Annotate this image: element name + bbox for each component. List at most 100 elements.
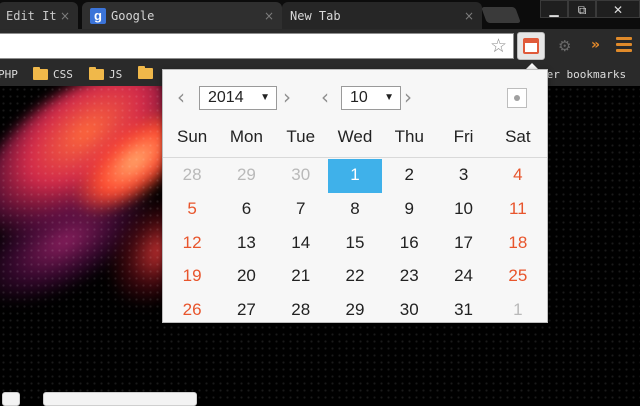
- go-to-today-button[interactable]: [507, 88, 527, 108]
- weekday-label: Sun: [177, 127, 208, 146]
- bookmark-label: JS: [109, 68, 123, 81]
- weekday-label: Sat: [505, 127, 531, 146]
- calendar-week: 26 27 28 29 30 31 1: [165, 294, 545, 328]
- next-year-button[interactable]: ›: [283, 87, 291, 107]
- bookmark-php[interactable]: PHP: [0, 68, 18, 81]
- weekday-label: Mon: [229, 127, 263, 146]
- close-window-button[interactable]: ✕: [596, 0, 640, 18]
- minimize-button[interactable]: ▁: [540, 0, 568, 18]
- bookmark-label: CSS: [53, 68, 73, 81]
- page-search-box-edge[interactable]: [43, 392, 197, 406]
- dropdown-arrow-icon: ▼: [384, 92, 394, 103]
- calendar-day[interactable]: 17: [436, 227, 490, 261]
- tab-strip: Edit It × g Google × New Tab × ▁ ⧉ ✕: [0, 0, 640, 29]
- tab-title: Edit It: [6, 8, 57, 23]
- calendar-week: 19 20 21 22 23 24 25: [165, 260, 545, 294]
- calendar-day[interactable]: 30: [382, 294, 436, 328]
- calendar-week: 12 13 14 15 16 17 18: [165, 227, 545, 261]
- other-bookmarks[interactable]: her bookmarks: [540, 68, 626, 81]
- calendar-day[interactable]: 6: [219, 193, 273, 227]
- weekday-label: Thu: [394, 127, 424, 146]
- bookmark-label: PHP: [0, 68, 18, 81]
- google-g-icon: g: [90, 7, 106, 24]
- calendar-day[interactable]: 2: [382, 159, 436, 193]
- weekday-label: Tue: [286, 127, 316, 146]
- bookmark-folder-js[interactable]: JS: [89, 67, 123, 81]
- folder-icon: [138, 66, 153, 79]
- calendar-day-other-month[interactable]: 29: [219, 159, 273, 193]
- tab-close-icon[interactable]: ×: [60, 9, 70, 23]
- year-select[interactable]: 2014 ▼: [199, 86, 277, 110]
- bookmark-star-icon[interactable]: ☆: [490, 35, 507, 57]
- maximize-button[interactable]: ⧉: [568, 0, 596, 18]
- header-divider: [163, 157, 547, 158]
- dropdown-arrow-icon: ▼: [260, 92, 270, 103]
- calendar-day-weekend[interactable]: 26: [165, 294, 219, 328]
- calendar-day[interactable]: 20: [219, 260, 273, 294]
- calendar-day[interactable]: 31: [436, 294, 490, 328]
- calendar-day[interactable]: 8: [328, 193, 382, 227]
- prev-year-button[interactable]: ‹: [177, 87, 185, 107]
- calendar-day[interactable]: 23: [382, 260, 436, 294]
- year-value: 2014: [208, 89, 244, 106]
- calendar-day[interactable]: 7: [274, 193, 328, 227]
- calendar-day[interactable]: 15: [328, 227, 382, 261]
- bookmark-folder[interactable]: [138, 66, 158, 79]
- calendar-day-weekend[interactable]: 5: [165, 193, 219, 227]
- new-tab-button[interactable]: [481, 7, 521, 23]
- calendar-day-weekend[interactable]: 19: [165, 260, 219, 294]
- calendar-day[interactable]: 9: [382, 193, 436, 227]
- tab-close-icon[interactable]: ×: [464, 9, 474, 23]
- address-bar[interactable]: ☆: [0, 33, 514, 59]
- calendar-day[interactable]: 14: [274, 227, 328, 261]
- calendar-day-other-month[interactable]: 28: [165, 159, 219, 193]
- calendar-day[interactable]: 24: [436, 260, 490, 294]
- calendar-day-weekend[interactable]: 4: [491, 159, 545, 193]
- calendar-day-weekend[interactable]: 18: [491, 227, 545, 261]
- tab-close-icon[interactable]: ×: [264, 9, 274, 23]
- tab-edit-it[interactable]: Edit It ×: [0, 2, 78, 29]
- month-select[interactable]: 10 ▼: [341, 86, 401, 110]
- page-widget-edge[interactable]: [2, 392, 20, 406]
- calendar-day[interactable]: 29: [328, 294, 382, 328]
- calendar-day[interactable]: 10: [436, 193, 490, 227]
- calendar-day[interactable]: 21: [274, 260, 328, 294]
- weekday-label: Wed: [337, 127, 373, 146]
- calendar-day[interactable]: 16: [382, 227, 436, 261]
- calendar-day[interactable]: 28: [274, 294, 328, 328]
- calendar-day-weekend[interactable]: 11: [491, 193, 545, 227]
- calendar-day-other-month[interactable]: 30: [274, 159, 328, 193]
- calendar-grid: 28 29 30 1 2 3 4 5 6 7 8 9 10 11 12 13 1…: [165, 159, 545, 328]
- today-dot-icon: [514, 95, 520, 101]
- calendar-day-weekend[interactable]: 12: [165, 227, 219, 261]
- calendar-icon: [523, 38, 539, 54]
- extensions-overflow-chevron[interactable]: »: [591, 37, 600, 53]
- prev-month-button[interactable]: ‹: [321, 87, 329, 107]
- calendar-day[interactable]: 3: [436, 159, 490, 193]
- weekday-label: Fri: [453, 127, 474, 146]
- gear-icon[interactable]: ⚙: [558, 37, 571, 55]
- calendar-day[interactable]: 22: [328, 260, 382, 294]
- folder-icon: [33, 67, 48, 80]
- folder-icon: [89, 67, 104, 80]
- calendar-day-other-month[interactable]: 1: [491, 294, 545, 328]
- tab-title: Google: [111, 8, 155, 23]
- tab-title: New Tab: [290, 8, 341, 23]
- tab-google[interactable]: g Google ×: [82, 2, 282, 29]
- calendar-week: 5 6 7 8 9 10 11: [165, 193, 545, 227]
- calendar-day[interactable]: 13: [219, 227, 273, 261]
- bookmark-label: her bookmarks: [540, 68, 627, 81]
- bookmark-folder-css[interactable]: CSS: [33, 67, 73, 81]
- calendar-extension-button[interactable]: [517, 32, 545, 60]
- calendar-day-selected[interactable]: 1: [327, 159, 383, 193]
- menu-icon[interactable]: [616, 37, 632, 53]
- tab-new-tab[interactable]: New Tab ×: [282, 2, 482, 29]
- browser-toolbar: ☆ ⚙ »: [0, 29, 640, 64]
- calendar-day[interactable]: 27: [219, 294, 273, 328]
- calendar-popup: ‹ 2014 ▼ › ‹ 10 ▼ › Sun Mon Tue Wed Thu …: [162, 69, 548, 323]
- next-month-button[interactable]: ›: [404, 87, 412, 107]
- weekday-header: Sun Mon Tue Wed Thu Fri Sat: [165, 122, 545, 152]
- calendar-week: 28 29 30 1 2 3 4: [165, 159, 545, 193]
- month-value: 10: [350, 89, 368, 106]
- calendar-day-weekend[interactable]: 25: [491, 260, 545, 294]
